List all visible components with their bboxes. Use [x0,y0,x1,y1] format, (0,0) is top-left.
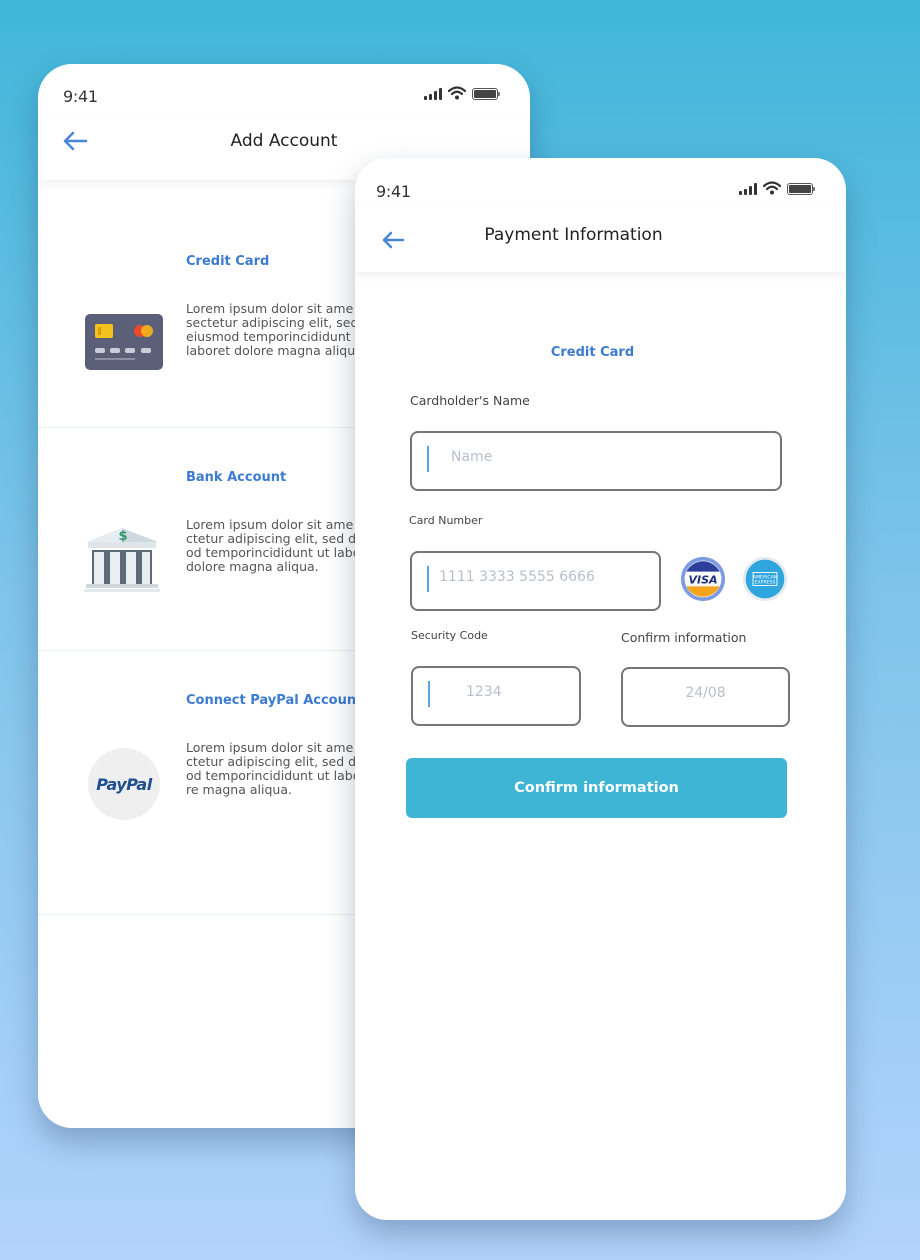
security-code-placeholder: 1234 [466,684,502,700]
credit-card-icon [85,314,163,370]
security-code-field[interactable]: 1234 [411,666,581,726]
card-number-label: Card Number [409,514,483,527]
svg-text:AMERICAN: AMERICAN [753,575,777,581]
expiry-placeholder: 24/08 [685,685,726,701]
confirm-information-button[interactable]: Confirm information [406,758,787,818]
paypal-logo-text: PayPal [96,774,152,794]
expiry-field[interactable]: 24/08 [621,667,790,727]
svg-text:$: $ [118,529,127,544]
wifi-icon [448,86,466,100]
amex-icon[interactable]: AMERICAN EXPRESS [742,556,788,602]
status-time: 9:41 [376,182,411,201]
option-title: Credit Card [186,254,270,269]
status-icons [424,86,500,100]
card-number-placeholder: 1111 3333 5555 6666 [439,569,595,585]
visa-logo-text: VISA [688,574,717,587]
bank-icon: $ [84,528,160,592]
status-time: 9:41 [63,87,98,106]
status-icons [739,181,815,195]
page-title: Add Account [230,131,338,151]
signal-icon [424,88,442,100]
form-section-title: Credit Card [550,345,635,360]
signal-icon [739,183,757,195]
name-placeholder: Name [451,449,493,465]
battery-icon [472,88,500,100]
visa-icon[interactable]: VISA [680,556,726,602]
text-cursor [427,566,429,592]
option-title: Connect PayPal Account [186,693,363,708]
text-cursor [428,681,430,707]
paypal-icon: PayPal [88,748,160,820]
payment-information-screen: 9:41 Payment Information Credit Card Car… [355,158,846,1220]
card-number-field[interactable]: 1111 3333 5555 6666 [410,551,661,611]
page-title: Payment Information [484,225,663,245]
cardholder-name-field[interactable]: Name [410,431,782,491]
svg-text:EXPRESS: EXPRESS [755,580,776,586]
expiry-label: Confirm information [621,630,747,645]
security-code-label: Security Code [411,629,488,642]
battery-icon [787,183,815,195]
text-cursor [427,446,429,472]
option-title: Bank Account [186,470,287,485]
header: Payment Information [355,208,846,272]
wifi-icon [763,181,781,195]
cardholder-name-label: Cardholder's Name [410,393,530,408]
